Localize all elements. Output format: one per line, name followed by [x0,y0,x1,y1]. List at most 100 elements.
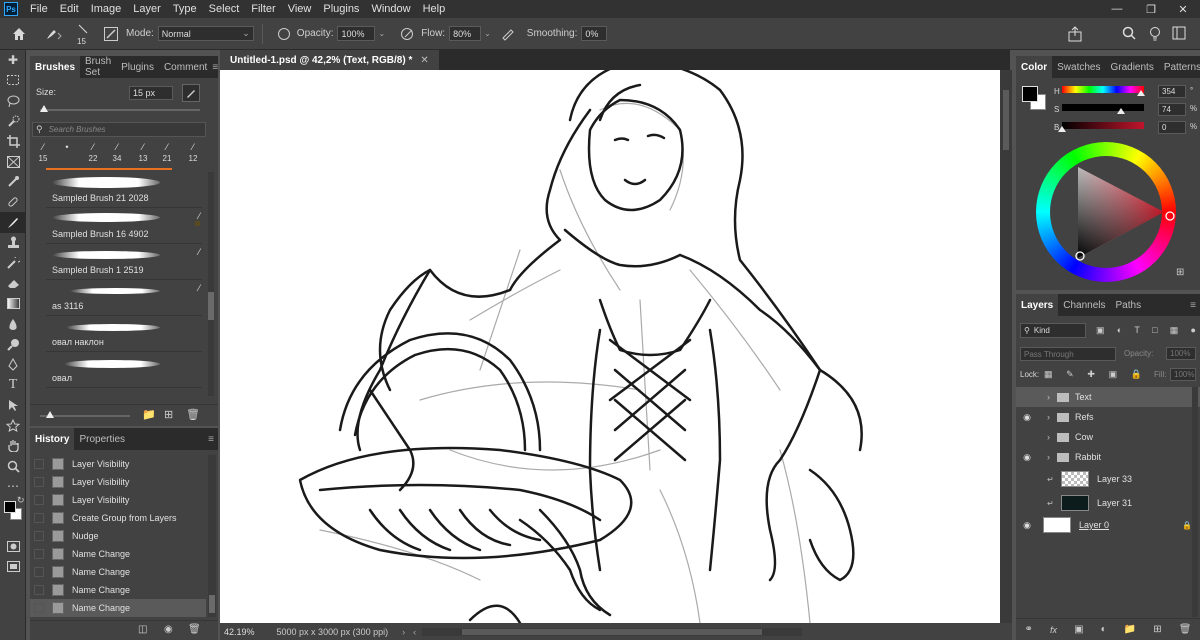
saturation-slider-handle[interactable] [1117,108,1125,114]
hand-tool-icon[interactable] [0,436,26,456]
scrollbar-thumb[interactable] [1003,90,1009,150]
recent-brush[interactable]: ⁄ 13 [136,142,150,164]
tab-layers[interactable]: Layers [1016,294,1059,316]
history-item[interactable]: Layer Visibility [30,473,206,491]
brush-item[interactable]: Sampled Brush 16 4902 ⁄ [46,208,202,244]
chevron-down-icon[interactable]: ⌄ [378,29,385,38]
restore-icon[interactable]: ❐ [1134,0,1168,18]
brush-preset-icon[interactable] [38,27,68,41]
pen-tool-icon[interactable] [0,354,26,374]
filter-adjustment-icon[interactable]: ◐ [1117,325,1122,337]
trash-icon[interactable]: 🗑 [1179,624,1192,635]
menu-edit[interactable]: Edit [54,3,85,15]
search-icon[interactable] [1120,26,1138,40]
more-tools-icon[interactable]: ⋯ [0,476,26,496]
lock-artboard-icon[interactable]: ▣ [1109,369,1118,381]
camera-icon[interactable]: ◉ [164,624,173,635]
new-brush-icon[interactable] [182,84,200,102]
saturation-field[interactable]: 74 [1158,103,1186,116]
recent-brush[interactable]: ⁄ 15 [36,142,50,164]
document-info[interactable]: 5000 px x 3000 px (300 ppi) [277,627,389,637]
brightness-slider-handle[interactable] [1058,126,1066,132]
filter-smart-icon[interactable]: ▦ [1170,325,1179,337]
fill-field[interactable]: 100% [1170,368,1196,381]
hue-slider-handle[interactable] [1137,90,1145,96]
tab-channels[interactable]: Channels [1058,294,1110,316]
recent-brush[interactable]: ⁄ 21 [160,142,174,164]
filter-pixel-icon[interactable]: ▣ [1096,325,1105,337]
screen-mode-icon[interactable] [0,557,26,577]
brush-item[interactable]: as 3116 ⁄ [46,280,202,316]
lock-position-icon[interactable]: ✚ [1087,369,1095,381]
history-checkbox[interactable] [34,513,44,523]
flow-field[interactable]: 80% [449,26,482,41]
foreground-color-swatch[interactable] [4,500,16,513]
trash-icon[interactable]: 🗑 [188,624,201,635]
hue-field[interactable]: 354 [1158,85,1186,98]
recent-brush[interactable]: • [60,142,74,164]
document-tab[interactable]: Untitled-1.psd @ 42,2% (Text, RGB/8) * ✕ [220,50,439,70]
marquee-tool-icon[interactable] [0,70,26,90]
healing-brush-tool-icon[interactable] [0,192,26,212]
menu-filter[interactable]: Filter [245,3,281,15]
menu-view[interactable]: View [282,3,318,15]
history-item[interactable]: Name Change [30,545,206,563]
size-slider-handle[interactable] [40,105,48,112]
history-brush-tool-icon[interactable] [0,253,26,273]
add-icon[interactable]: ⊞ [1153,624,1161,635]
share-icon[interactable] [1066,26,1084,42]
layer-item-refs[interactable]: ◉ › Refs [1016,407,1200,427]
brush-list-scrollbar[interactable] [208,172,214,396]
history-scrollbar[interactable] [208,455,216,617]
airbrush-icon[interactable] [497,27,519,41]
brush-item[interactable]: овал наклон [46,316,202,352]
blend-mode-select[interactable]: Pass Through [1020,347,1116,361]
history-checkbox[interactable] [34,567,44,577]
folder-icon[interactable]: 📁 [1124,624,1136,635]
close-tab-icon[interactable]: ✕ [420,55,428,66]
history-item[interactable]: Nudge [30,527,206,545]
brightness-slider[interactable] [1062,122,1144,129]
layer-opacity-field[interactable]: 100% [1166,347,1196,360]
frame-tool-icon[interactable] [0,151,26,171]
history-item[interactable]: Name Change [30,563,206,581]
history-checkbox[interactable] [34,459,44,469]
fx-icon[interactable]: fx [1050,625,1057,635]
brush-item[interactable]: овал [46,352,202,388]
size-field[interactable]: 15 px [129,86,173,100]
filter-type-icon[interactable]: T [1134,325,1140,337]
close-icon[interactable]: ✕ [1166,0,1200,18]
canvas-area[interactable] [220,70,1000,623]
crop-tool-icon[interactable] [0,131,26,151]
recent-brush[interactable]: ⁄ 34 [110,142,124,164]
layer-item-layer31[interactable]: ↵ Layer 31 [1016,491,1200,515]
layer-item-layer0[interactable]: ◉ Layer 0 🔒 [1016,513,1200,537]
move-tool-icon[interactable]: ✚ [0,50,26,70]
tab-brushes[interactable]: Brushes [30,56,81,78]
new-document-from-state-icon[interactable]: ◫ [138,624,147,635]
tab-swatches[interactable]: Swatches [1052,56,1105,78]
clone-stamp-tool-icon[interactable] [0,233,26,253]
menu-file[interactable]: File [24,3,54,15]
mode-select[interactable]: Normal ⌄ [157,26,254,41]
scroll-left-icon[interactable]: ‹ [413,627,416,637]
history-item[interactable]: Layer Visibility [30,455,206,473]
chevron-right-icon[interactable]: › [1047,412,1057,422]
tab-comment[interactable]: Comment [159,56,212,78]
menu-layer[interactable]: Layer [127,3,167,15]
chevron-right-icon[interactable]: › [1047,392,1057,402]
size-slider-track[interactable] [40,109,200,111]
layer-item-text[interactable]: › Text [1016,387,1200,407]
tab-history[interactable]: History [30,428,75,450]
color-swatches[interactable]: ↻ [0,495,25,537]
search-brushes-input[interactable]: ⚲ Search Brushes [32,122,206,137]
canvas-vertical-scrollbar[interactable] [1000,70,1012,623]
eye-icon[interactable]: ◉ [1021,520,1033,531]
tab-brush-set[interactable]: Brush Set [80,56,116,78]
history-item[interactable]: Name Change [30,581,206,599]
color-triangle[interactable] [1036,142,1176,282]
zoom-tool-icon[interactable] [0,456,26,476]
history-checkbox[interactable] [34,495,44,505]
preview-size-handle[interactable] [46,411,54,418]
history-checkbox[interactable] [34,549,44,559]
